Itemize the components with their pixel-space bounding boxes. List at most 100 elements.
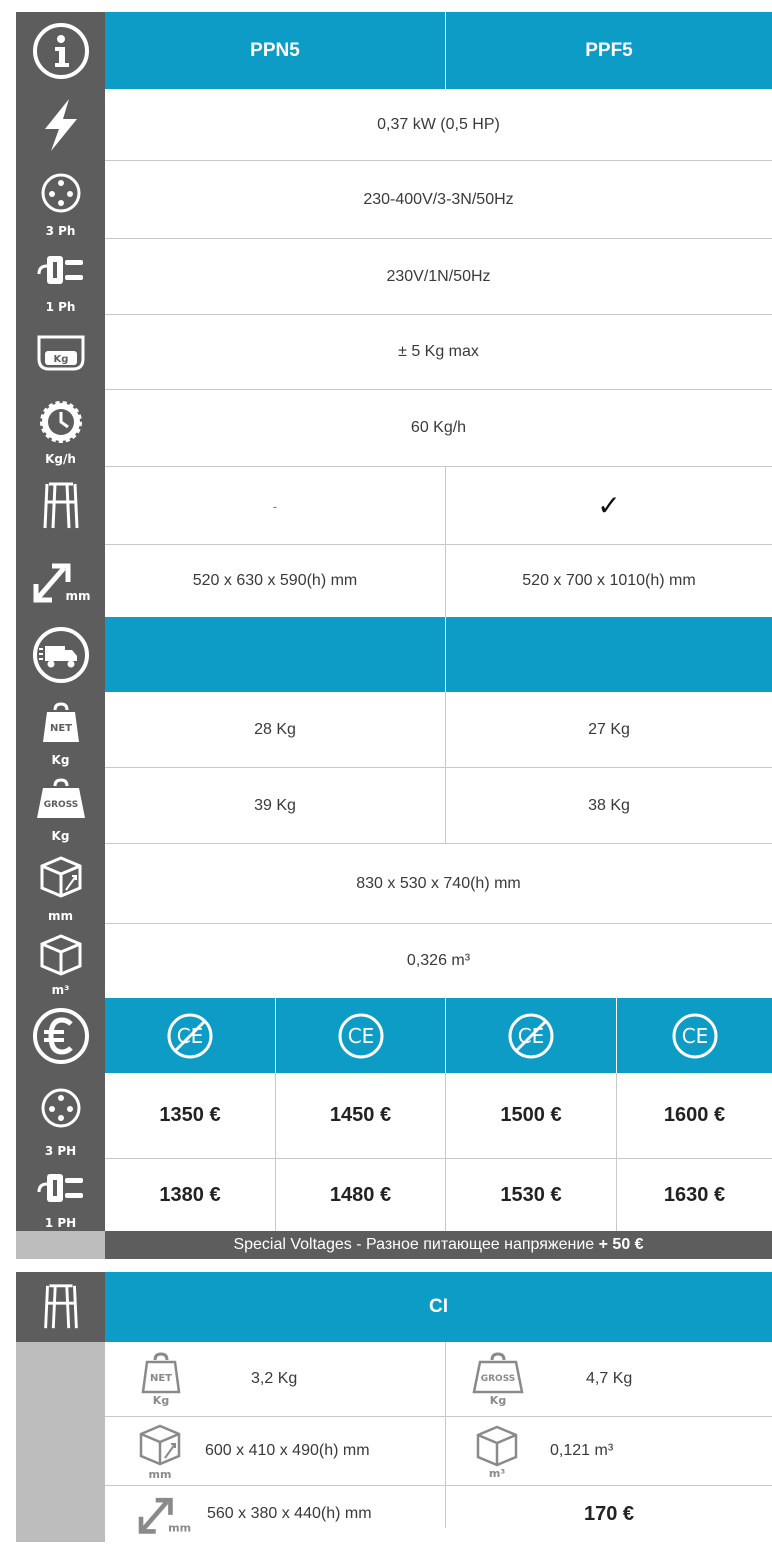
gross-ppn5: 39 Kg	[105, 768, 445, 844]
net-icon-text: NET	[49, 723, 71, 734]
ce-divider-1	[275, 998, 276, 1073]
stand-icon	[43, 1284, 78, 1329]
three-phase-socket-icon	[41, 173, 80, 213]
net-weight-icon: NET	[42, 702, 79, 742]
accessory-volume-value: 0,121 m³	[550, 1442, 614, 1459]
euro-icon-cell	[16, 998, 105, 1073]
accessory-net: NET Kg 3,2 Kg	[105, 1342, 445, 1416]
plug-icon	[37, 256, 83, 284]
three-phase-value: 230-400V/3-3N/50Hz	[105, 161, 772, 239]
price-single-phase-label: 1 PH	[44, 1216, 77, 1230]
dim-ppn5: 520 x 630 x 590(h) mm	[192, 572, 358, 589]
accessory-net-unit: Kg	[153, 1394, 169, 1406]
power-icon-cell	[16, 89, 105, 161]
info-icon	[32, 22, 89, 79]
accessory-package: mm 600 x 410 x 490(h) mm	[105, 1417, 445, 1485]
volume-icon-cell: m³	[16, 924, 105, 998]
price-single-phase-icon-cell: 1 PH	[16, 1159, 105, 1231]
shipping-header-ppn5	[105, 617, 445, 692]
price-divider-3	[616, 1073, 617, 1231]
header-ppf5: PPF5	[446, 12, 772, 89]
stand-ppf5: ✓	[446, 467, 772, 545]
volume-value: 0,326 m³	[105, 924, 772, 998]
price-1ph-3: 1530 €	[500, 1183, 562, 1206]
box-dimensions-icon	[40, 856, 81, 898]
bowl-kg-icon: Kg	[37, 335, 84, 370]
stand-icon	[43, 482, 78, 529]
plug-icon	[37, 1174, 83, 1202]
shipping-header-divider	[445, 617, 446, 692]
accessory-gross-value: 4,7 Kg	[586, 1370, 633, 1387]
ce-icon: CE	[338, 1013, 383, 1058]
box-dimensions-icon: mm	[139, 1424, 181, 1480]
net-label: Kg	[51, 753, 70, 767]
euro-icon	[32, 1007, 89, 1064]
net-ppn5: 28 Kg	[105, 692, 445, 768]
net-ppf5: 27 Kg	[446, 692, 772, 768]
accessory-package-unit: mm	[149, 1468, 172, 1480]
gross-icon-text: GROSS	[43, 800, 78, 810]
power-value: 0,37 kW (0,5 HP)	[105, 89, 772, 161]
svg-text:CE: CE	[347, 1024, 374, 1048]
accessory-left-column	[16, 1342, 105, 1542]
shipping-header-ppf5	[446, 617, 772, 692]
truck-icon	[32, 626, 89, 683]
net-icon-cell: NET Kg	[16, 692, 105, 768]
accessory-volume: m³ 0,121 m³	[446, 1417, 772, 1485]
accessory-divider	[445, 1342, 446, 1528]
price-1ph-2: 1480 €	[329, 1183, 392, 1206]
three-phase-socket-icon	[41, 1088, 80, 1128]
accessory-gross: GROSS Kg 4,7 Kg	[446, 1342, 772, 1416]
production-label: Kg/h	[45, 452, 76, 466]
header-divider	[445, 12, 446, 89]
shipping-divider	[445, 692, 446, 844]
capacity-icon-text: Kg	[53, 354, 68, 365]
gear-clock-icon	[39, 400, 82, 443]
stand-icon-cell	[16, 467, 105, 545]
accessory-gross-icon-text: GROSS	[481, 1374, 516, 1384]
diagonal-arrow-icon: mm	[138, 1497, 191, 1534]
price-three-phase-label: 3 PH	[44, 1144, 77, 1158]
price-divider-2	[445, 1073, 446, 1231]
price-3ph-1: 1350 €	[105, 1073, 275, 1159]
capacity-icon-cell: Kg	[16, 315, 105, 390]
price-three-phase-icon-cell: 3 PH	[16, 1073, 105, 1159]
production-icon-cell: Kg/h	[16, 390, 105, 467]
ce-no-1: CE	[105, 998, 275, 1073]
price-1ph-4: 1630 €	[663, 1183, 726, 1206]
no-ce-icon: CE	[508, 1013, 554, 1058]
special-voltages-left	[16, 1231, 105, 1259]
single-phase-label: 1 Ph	[45, 300, 76, 314]
price-1ph-1: 1380 €	[159, 1183, 221, 1206]
shipping-icon-cell	[16, 617, 105, 692]
package-dim-value: 830 x 530 x 740(h) mm	[105, 844, 772, 924]
accessory-title: CI	[105, 1272, 772, 1342]
stand-ppn5: -	[105, 467, 445, 545]
package-icon-cell: mm	[16, 844, 105, 924]
gross-weight-icon: GROSS Kg	[472, 1352, 524, 1406]
accessory-dimensions-value: 560 x 380 x 440(h) mm	[207, 1505, 372, 1522]
price-divider-1	[275, 1073, 276, 1231]
accessory-dimensions-unit: mm	[168, 1521, 191, 1534]
ce-divider-3	[616, 998, 617, 1073]
header-ppn5: PPN5	[105, 12, 445, 89]
three-phase-label: 3 Ph	[45, 224, 76, 238]
single-phase-icon-cell: 1 Ph	[16, 239, 105, 315]
accessory-dimensions: mm 560 x 380 x 440(h) mm	[105, 1486, 445, 1542]
ce-yes-1: CE	[276, 998, 445, 1073]
ce-icon: CE	[672, 1013, 717, 1058]
special-voltages-text: Special Voltages - Разное питающее напря…	[233, 1236, 595, 1253]
price-3ph-3: 1500 €	[446, 1073, 616, 1159]
dimensions-icon-cell: mm	[16, 545, 105, 617]
single-phase-value: 230V/1N/50Hz	[105, 239, 772, 315]
capacity-value: ± 5 Kg max	[105, 315, 772, 390]
dimensions-unit: mm	[65, 589, 90, 603]
production-value: 60 Kg/h	[105, 390, 772, 467]
price-3ph-4: 1600 €	[617, 1073, 772, 1159]
box-volume-icon	[40, 934, 81, 976]
spec-divider	[445, 467, 446, 617]
special-voltages-price: + 50 €	[598, 1236, 644, 1253]
package-label: mm	[47, 909, 73, 923]
accessory-volume-unit: m³	[489, 1467, 505, 1479]
volume-label: m³	[51, 983, 70, 997]
